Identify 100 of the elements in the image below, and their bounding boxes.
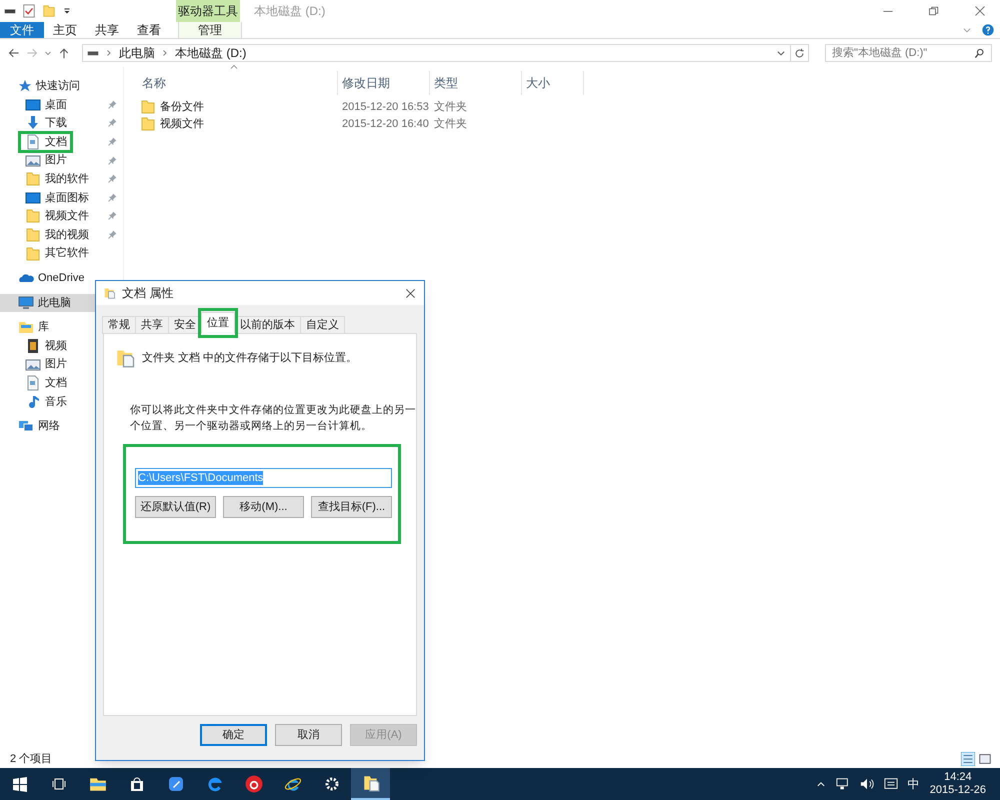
clock[interactable]: 14:24 2015-12-26 [930,771,986,797]
address-bar[interactable]: 此电脑 本地磁盘 (D:) [82,44,792,62]
file-name[interactable]: 视频文件 [160,116,204,132]
dialog-tab[interactable]: 常规 [102,316,136,334]
pen-app-icon[interactable] [168,776,184,792]
input-method-indicator[interactable]: 中 [908,775,920,793]
dialog-button[interactable]: 还原默认值(R) [135,496,216,518]
sidebar-item[interactable]: 桌面图标 [0,188,123,208]
music-app-icon[interactable] [244,775,262,793]
dialog-button[interactable]: 查找目标(F)... [311,496,392,518]
document-folder-icon[interactable] [362,774,380,792]
folder-icon [25,208,41,224]
column-header[interactable]: 大小 [522,71,584,95]
star-icon [18,79,32,94]
chevron-icon [105,49,113,57]
windows-logo-icon[interactable] [12,776,28,792]
back-arrow-icon[interactable] [8,47,20,59]
column-header[interactable]: 类型 [430,71,522,95]
folder-icon [25,227,41,244]
sidebar-item[interactable]: 我的软件 [0,170,123,189]
sidebar-item[interactable]: 下载 [0,114,123,133]
edge-browser-icon[interactable] [206,775,224,793]
pin-icon [107,137,117,148]
file-name[interactable]: 备份文件 [160,99,204,116]
ribbon-tab[interactable]: 查看 [128,22,170,38]
search-field[interactable]: 搜索"本地磁盘 (D:)" [825,44,992,62]
notifications-icon[interactable] [884,777,898,791]
ribbon-tab[interactable]: 管理 [178,22,242,38]
library-folder-icon [18,319,34,336]
network-icon[interactable] [836,777,850,791]
computer-icon [18,294,34,311]
sidebar-item[interactable]: 文档 [0,374,123,392]
dialog-title: 文档 属性 [122,285,174,302]
volume-icon[interactable] [860,777,874,791]
pin-icon [107,100,117,110]
refresh-icon[interactable] [794,48,806,58]
context-tab-group-label: 驱动器工具 [176,0,240,22]
document-folder-icon [116,348,136,368]
file-type: 文件夹 [433,100,468,115]
up-arrow-icon[interactable] [58,47,70,59]
pin-icon [107,230,117,240]
restore-icon[interactable] [928,5,940,17]
help-icon[interactable] [982,24,994,36]
sidebar-item[interactable]: 我的视频 [0,226,123,244]
picture-icon [25,356,41,373]
sidebar-item[interactable]: 网络 [0,417,123,436]
film-icon [25,338,41,354]
sidebar-item[interactable]: 音乐 [0,392,123,412]
pin-icon [107,118,117,128]
pin-icon [107,156,117,166]
sidebar-item[interactable]: 快速访问 [0,77,123,96]
download-arrow-icon [25,115,41,132]
ribbon-tab[interactable]: 共享 [86,22,128,38]
search-icon [974,48,985,58]
shopping-bag-icon[interactable] [128,776,144,792]
sidebar-item[interactable]: 图片 [0,151,123,170]
sort-ascending-icon [230,63,238,71]
location-heading: 文件夹 文档 中的文件存储于以下目标位置。 [142,350,358,366]
task-view-icon[interactable] [50,776,66,792]
document-icon [25,134,41,150]
pin-icon [107,174,117,184]
column-header[interactable]: 名称 [138,71,338,95]
sidebar-item[interactable]: 视频文件 [0,207,123,226]
sidebar-item[interactable]: 视频 [0,336,123,356]
location-description: 你可以将此文件夹中文件存储的位置更改为此硬盘上的另一个位置、另一个驱动器或网络上的另一台计算机。 [130,403,417,434]
dialog-button[interactable]: 确定 [200,724,267,746]
dialog-button[interactable]: 移动(M)... [223,496,304,518]
breadcrumb-item[interactable]: 本地磁盘 (D:) [175,44,246,62]
dialog-tab[interactable]: 自定义 [300,316,345,334]
document-icon [25,375,41,392]
sidebar-item[interactable]: 文档 [0,132,123,152]
ribbon-tab[interactable]: 主页 [44,22,86,38]
window-title: 本地磁盘 (D:) [254,3,326,20]
ribbon-tab[interactable]: 文件 [0,22,44,38]
folder-icon [140,99,156,116]
customize-toolbar-icon[interactable] [62,6,72,16]
dialog-tab[interactable]: 位置 [201,312,235,334]
picture-icon [25,152,41,169]
sidebar-item[interactable]: 图片 [0,355,123,374]
dialog-button[interactable]: 取消 [275,724,342,746]
settings-icon[interactable] [324,776,340,792]
chevron-icon [161,49,169,57]
sidebar-item[interactable]: 其它软件 [0,244,123,263]
close-icon[interactable] [974,5,986,17]
desktop-icon [25,190,41,206]
properties-icon[interactable] [22,4,36,18]
pin-icon [107,211,117,222]
large-icons-view-icon[interactable] [978,752,992,766]
breadcrumb-item[interactable]: 此电脑 [119,44,155,62]
status-item-count: 2 个项目 [10,752,52,767]
column-header[interactable]: 修改日期 [338,71,430,95]
folder-icon [25,171,41,188]
close-icon[interactable] [405,288,416,298]
sidebar-item[interactable]: OneDrive [0,268,123,288]
recent-dropdown-icon[interactable] [44,49,52,57]
details-view-icon[interactable] [961,752,975,766]
pin-icon [107,192,117,203]
sidebar-item[interactable]: 桌面 [0,96,123,114]
modified-date: 2015-12-20 16:40 [341,116,430,132]
document-folder-icon [104,287,116,299]
